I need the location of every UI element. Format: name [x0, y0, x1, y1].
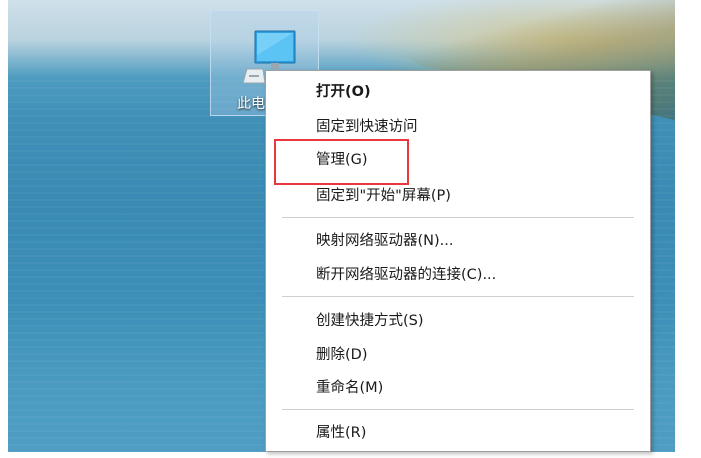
menu-item-pin-quick-access[interactable]: 固定到快速访问: [316, 112, 418, 142]
menu-item-open[interactable]: 打开(O): [316, 77, 371, 107]
menu-item-create-shortcut[interactable]: 创建快捷方式(S): [316, 306, 424, 336]
menu-item-delete[interactable]: 删除(D): [316, 340, 367, 370]
menu-item-manage[interactable]: 管理(G): [316, 145, 368, 175]
menu-item-disconnect-network-drive[interactable]: 断开网络驱动器的连接(C)...: [316, 260, 496, 290]
menu-item-map-network-drive[interactable]: 映射网络驱动器(N)...: [316, 226, 454, 256]
menu-separator: [282, 296, 634, 297]
menu-separator: [282, 217, 634, 218]
menu-item-properties[interactable]: 属性(R): [316, 418, 366, 448]
context-menu: 打开(O) 固定到快速访问 管理(G) 固定到"开始"屏幕(P) 映射网络驱动器…: [265, 70, 651, 452]
menu-item-pin-start[interactable]: 固定到"开始"屏幕(P): [316, 181, 451, 211]
menu-item-rename[interactable]: 重命名(M): [316, 373, 383, 403]
menu-separator: [282, 409, 634, 410]
